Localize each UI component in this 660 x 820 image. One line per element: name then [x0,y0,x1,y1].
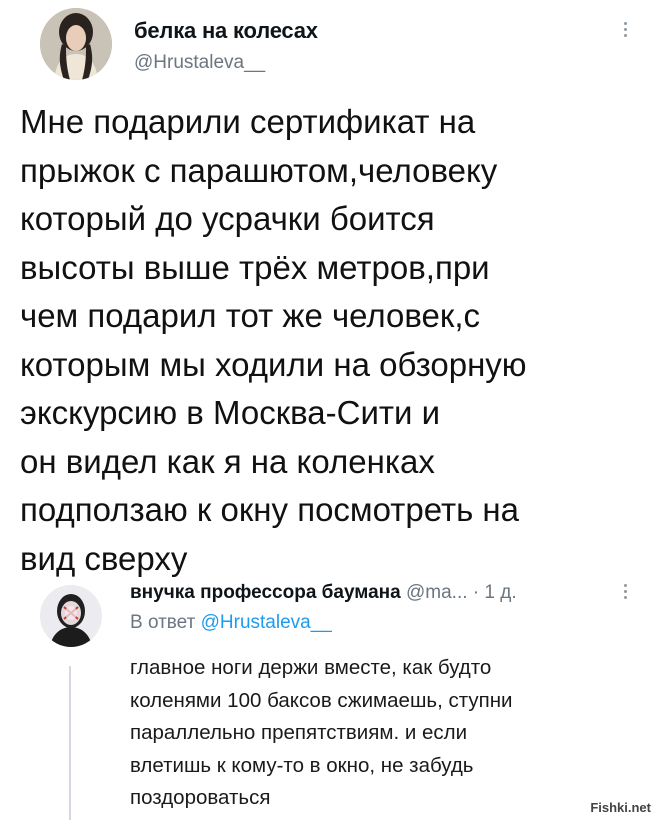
reply-meta: @ma... · 1 д. [406,582,517,603]
reply-to-line: В ответ @Hrustaleva__ [130,612,332,634]
reply-header: внучка профессора баумана @ma... · 1 д. [130,582,517,604]
reply-to-label: В ответ [130,612,196,633]
thread-line [69,666,71,820]
reply-to-handle[interactable]: @Hrustaleva__ [201,612,332,633]
more-vertical-icon[interactable] [622,22,628,37]
tweet-text: Мне подарили сертификат на прыжок с пара… [20,103,527,577]
author-avatar[interactable] [40,8,112,80]
reply-avatar-image [40,585,102,647]
watermark: Fishki.net [587,799,654,816]
author-avatar-image [40,8,112,80]
reply-text: главное ноги держи вместе, как будто кол… [130,656,513,809]
author-name[interactable]: белка на колесах [134,18,318,44]
reply-author-name[interactable]: внучка профессора баумана [130,582,401,603]
reply-author-avatar[interactable] [40,585,102,647]
more-vertical-icon[interactable] [622,584,628,599]
author-handle[interactable]: @Hrustaleva__ [134,52,265,74]
